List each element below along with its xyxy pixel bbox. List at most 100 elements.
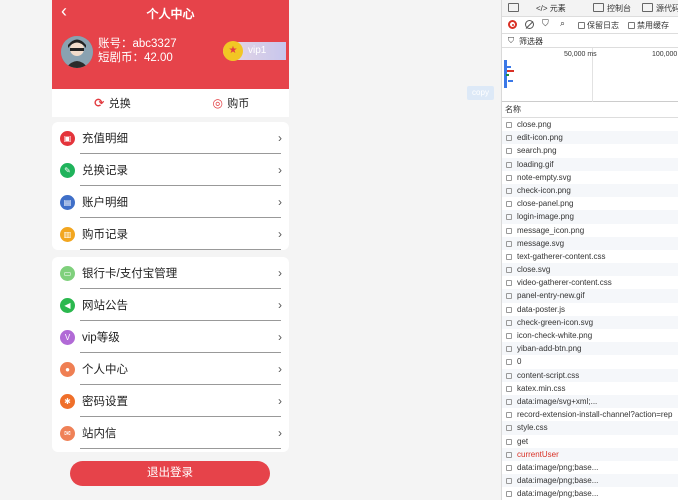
- request-name: message.svg: [517, 238, 565, 248]
- menu-item-announcements[interactable]: ◀ 网站公告 ›: [52, 289, 289, 321]
- star-icon: ★: [223, 41, 243, 61]
- request-name: edit-icon.png: [517, 133, 563, 143]
- preserve-log-checkbox[interactable]: 保留日志: [578, 20, 619, 31]
- menu-item-label: vip等级: [82, 332, 120, 344]
- request-name: style.css: [517, 423, 548, 433]
- menu-item-label: 个人中心: [82, 364, 128, 376]
- request-row[interactable]: katex.min.css: [502, 382, 678, 395]
- file-icon: [506, 306, 512, 313]
- request-row[interactable]: close-panel.png: [502, 197, 678, 210]
- menu-item-recharge-details[interactable]: ▣ 充值明细 ›: [52, 122, 289, 154]
- menu-item-password[interactable]: ✱ 密码设置 ›: [52, 385, 289, 417]
- request-row[interactable]: currentUser: [502, 447, 678, 461]
- menu-item-messages[interactable]: ✉ 站内信 ›: [52, 417, 289, 449]
- request-name: content-script.css: [517, 370, 580, 380]
- tab-elements[interactable]: </> 元素: [536, 3, 566, 14]
- clear-icon[interactable]: [525, 20, 534, 29]
- request-row[interactable]: content-script.css: [502, 368, 678, 382]
- coins-icon: ◎: [212, 95, 223, 110]
- request-name: close-panel.png: [517, 199, 574, 209]
- request-row[interactable]: close.svg: [502, 263, 678, 277]
- file-icon: [506, 425, 512, 432]
- column-header-name[interactable]: 名称: [502, 102, 678, 118]
- request-name: data-poster.js: [517, 304, 566, 314]
- request-row[interactable]: data:image/png;base...: [502, 461, 678, 474]
- request-row[interactable]: loading.gif: [502, 157, 678, 171]
- request-name: currentUser: [517, 449, 559, 459]
- request-name: close.svg: [517, 265, 551, 275]
- vip-badge[interactable]: ★ vip1: [223, 41, 286, 61]
- request-row[interactable]: edit-icon.png: [502, 131, 678, 145]
- search-icon[interactable]: ⌕: [560, 18, 565, 29]
- tab-sources[interactable]: 源代码: [642, 3, 678, 14]
- device-toggle-icon[interactable]: [508, 3, 522, 13]
- buy-coins-button[interactable]: ◎ 购币: [171, 89, 290, 117]
- avatar-image: [61, 36, 93, 68]
- request-row[interactable]: record-extension-install-channel?action=…: [502, 408, 678, 421]
- request-row[interactable]: icon-check-white.png: [502, 329, 678, 342]
- file-icon: [506, 253, 512, 260]
- timeline-bar: [508, 80, 513, 82]
- request-row[interactable]: data:image/svg+xml;...: [502, 394, 678, 409]
- menu-item-purchase-records[interactable]: ▥ 购币记录 ›: [52, 218, 289, 250]
- request-row[interactable]: search.png: [502, 144, 678, 157]
- request-name: get: [517, 436, 529, 446]
- exchange-button[interactable]: ⟳ 兑换: [52, 89, 171, 117]
- tab-console[interactable]: 控制台: [593, 3, 631, 14]
- request-row[interactable]: panel-entry-new.gif: [502, 289, 678, 303]
- menu-item-exchange-records[interactable]: ✎ 兑换记录 ›: [52, 154, 289, 186]
- logout-button[interactable]: 退出登录: [70, 461, 270, 486]
- file-icon: [506, 491, 512, 498]
- request-row[interactable]: check-green-icon.svg: [502, 315, 678, 329]
- menu-item-profile[interactable]: ● 个人中心 ›: [52, 353, 289, 385]
- network-toolbar: ⛉ ⌕ 保留日志 禁用缓存: [502, 17, 678, 34]
- profile-header: ‹ 个人中心 账号：abc3327 短剧币：42.00 ★ vip1: [52, 0, 289, 89]
- chevron-right-icon: ›: [278, 227, 282, 241]
- request-row[interactable]: login-image.png: [502, 210, 678, 224]
- request-name: data:image/svg+xml;...: [517, 396, 598, 406]
- filter-input[interactable]: 筛选器: [519, 36, 543, 47]
- file-icon: [506, 201, 512, 208]
- quick-actions: ⟳ 兑换 ◎ 购币: [52, 89, 289, 117]
- file-icon: [506, 372, 512, 379]
- request-row[interactable]: data:image/png;base...: [502, 487, 678, 500]
- request-row[interactable]: get: [502, 435, 678, 448]
- request-name: search.png: [517, 146, 557, 156]
- file-icon: [506, 385, 512, 392]
- request-row[interactable]: check-icon.png: [502, 183, 678, 198]
- menu-group-records: ▣ 充值明细 › ✎ 兑换记录 › ▤ 账户明细 › ▥ 购币记录 ›: [52, 122, 289, 250]
- menu-item-vip-level[interactable]: V vip等级 ›: [52, 321, 289, 353]
- menu-item-account-details[interactable]: ▤ 账户明细 ›: [52, 186, 289, 218]
- timeline-tick: 100,000: [652, 51, 678, 58]
- avatar[interactable]: [61, 36, 93, 68]
- file-icon: [506, 464, 512, 471]
- timeline-bar: [507, 70, 514, 72]
- copy-chip[interactable]: copy: [467, 86, 494, 100]
- request-name: record-extension-install-channel?action=…: [517, 410, 673, 420]
- request-row[interactable]: 0: [502, 355, 678, 368]
- request-name: check-icon.png: [517, 185, 571, 195]
- devtools-panel: </> 元素 控制台 源代码 ⛉ ⌕ 保留日志 禁用缓存 ⛉ 筛选器 50,00…: [501, 0, 678, 500]
- chevron-right-icon: ›: [278, 426, 282, 440]
- request-row[interactable]: video-gatherer-content.css: [502, 276, 678, 289]
- request-row[interactable]: note-empty.svg: [502, 171, 678, 184]
- request-row[interactable]: style.css: [502, 421, 678, 435]
- request-row[interactable]: yiban-add-btn.png: [502, 342, 678, 356]
- disable-cache-checkbox[interactable]: 禁用缓存: [628, 20, 669, 31]
- record-icon[interactable]: [508, 20, 517, 29]
- request-row[interactable]: data:image/png;base...: [502, 474, 678, 488]
- mail-icon: ✉: [60, 425, 75, 441]
- disable-cache-label: 禁用缓存: [637, 21, 669, 30]
- network-timeline: 50,000 ms 100,000: [502, 48, 678, 102]
- request-row[interactable]: text-gatherer-content.css: [502, 250, 678, 263]
- bank-card-icon: ▭: [60, 265, 75, 281]
- request-row[interactable]: message.svg: [502, 236, 678, 250]
- filter-funnel-icon[interactable]: ⛉: [542, 18, 549, 29]
- file-icon: [506, 451, 512, 458]
- menu-item-bank-card[interactable]: ▭ 银行卡/支付宝管理 ›: [52, 257, 289, 289]
- filter-bar: ⛉ 筛选器: [502, 34, 678, 48]
- file-icon: [506, 174, 512, 181]
- request-row[interactable]: data-poster.js: [502, 303, 678, 316]
- request-row[interactable]: message_icon.png: [502, 224, 678, 237]
- request-row[interactable]: close.png: [502, 118, 678, 131]
